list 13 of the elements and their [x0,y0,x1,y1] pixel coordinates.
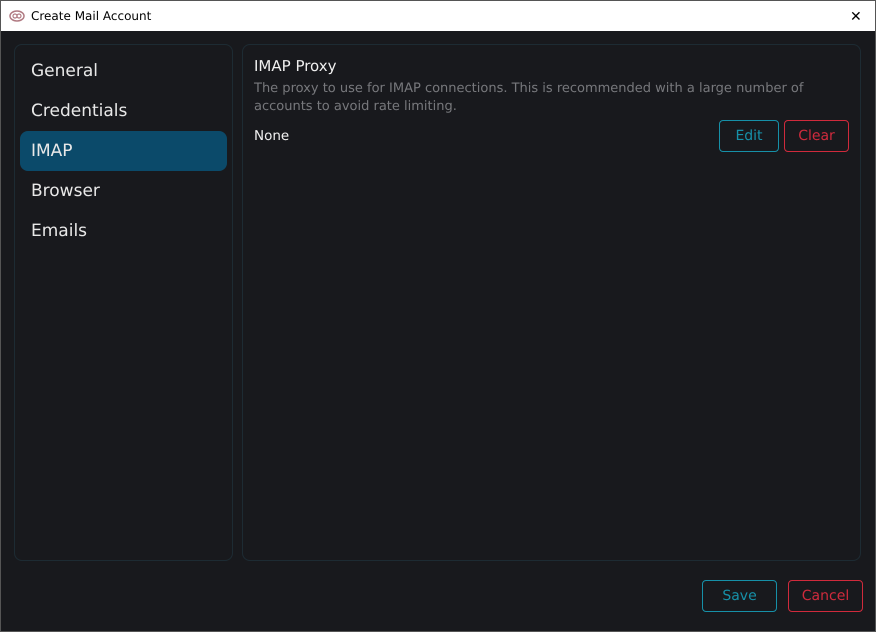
close-button[interactable]: ✕ [841,1,871,31]
save-button[interactable]: Save [702,580,777,612]
window-title: Create Mail Account [31,9,152,23]
section-title: IMAP Proxy [254,57,338,75]
sidebar-item[interactable]: Credentials [20,91,227,131]
sidebar-item[interactable]: Browser [20,171,227,211]
edit-button[interactable]: Edit [719,120,779,152]
sidebar-item[interactable]: General [20,51,227,91]
section-description: The proxy to use for IMAP connections. This is recommended with a large number of accounts to avoid rate limiting. [254,80,805,116]
app-logo-icon [9,10,25,22]
sidebar-item[interactable]: IMAP [20,131,227,171]
sidebar-item[interactable]: Emails [20,211,227,251]
proxy-value: None [254,128,290,144]
